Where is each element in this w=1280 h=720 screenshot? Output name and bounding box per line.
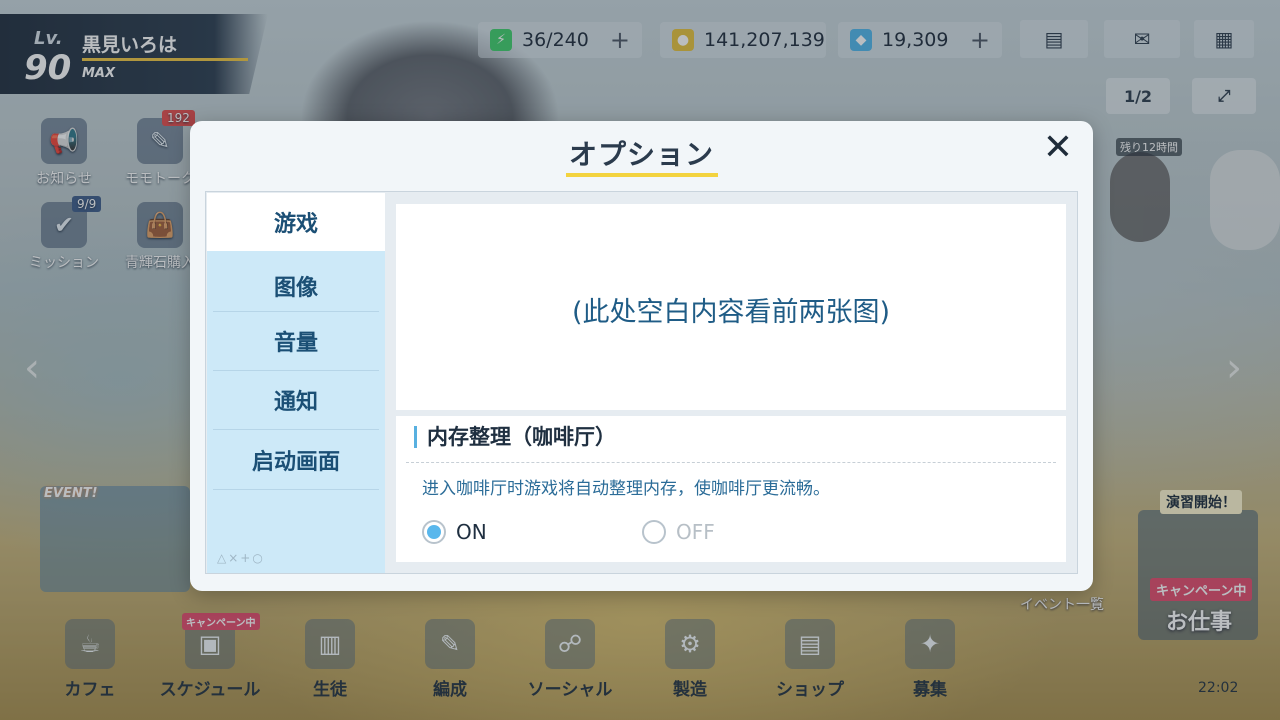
tab-volume[interactable]: 音量 (207, 312, 385, 370)
radio-selected-icon (422, 520, 446, 544)
close-button[interactable]: ✕ (1038, 126, 1078, 168)
option-tabs: 游戏 图像 音量 通知 启动画面 △×+○ (207, 193, 385, 573)
title-underline (566, 173, 718, 177)
dialog-header: オプション ✕ (190, 121, 1093, 179)
radio-on[interactable]: ON (422, 520, 487, 544)
memory-cleanup-section: 内存整理（咖啡厅） 进入咖啡厅时游戏将自动整理内存，使咖啡厅更流畅。 ON OF… (396, 416, 1066, 562)
dialog-title: オプション (568, 138, 714, 171)
tab-divider (213, 429, 379, 430)
options-dialog: オプション ✕ 游戏 图像 音量 通知 启动画面 △×+○ (此处空白内容看前两… (190, 121, 1093, 591)
radio-off-label: OFF (676, 520, 715, 544)
decoration-symbols: △×+○ (217, 551, 265, 565)
settings-panel-top: (此处空白内容看前两张图) (396, 204, 1066, 410)
radio-on-label: ON (456, 520, 487, 544)
tab-graphics[interactable]: 图像 (207, 257, 385, 315)
tab-divider (213, 489, 379, 490)
radio-off[interactable]: OFF (642, 520, 715, 544)
section-title: 内存整理（咖啡厅） (414, 426, 616, 448)
placeholder-text: (此处空白内容看前两张图) (571, 297, 891, 328)
dialog-body: 游戏 图像 音量 通知 启动画面 △×+○ (此处空白内容看前两张图) 内存整理… (205, 191, 1078, 574)
tab-game[interactable]: 游戏 (207, 193, 385, 251)
close-icon: ✕ (1042, 126, 1074, 168)
radio-unselected-icon (642, 520, 666, 544)
tab-notification[interactable]: 通知 (207, 371, 385, 429)
tab-launch-screen[interactable]: 启动画面 (207, 431, 385, 489)
section-divider (406, 462, 1056, 463)
section-description: 进入咖啡厅时游戏将自动整理内存，使咖啡厅更流畅。 (422, 479, 830, 499)
